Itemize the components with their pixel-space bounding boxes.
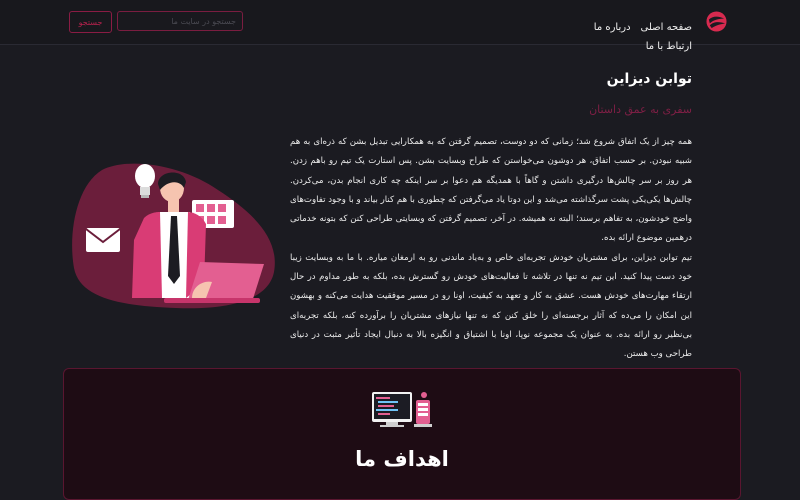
- code-screen-icon: [372, 392, 432, 427]
- flame-logo-icon[interactable]: [706, 11, 727, 32]
- developer-at-laptop-illustration: [72, 163, 275, 309]
- envelope-icon: [85, 228, 121, 252]
- navbar: صفحه اصلی درباره ما ارتباط با ما جستجو: [0, 0, 800, 52]
- about-text: همه چیز از یک اتفاق شروع شد؛ زمانی که دو…: [290, 133, 692, 365]
- about-paragraph: تیم توابن دیزاین، برای مشتریان خودش تجرب…: [290, 252, 692, 360]
- goals-title: اهداف ما: [355, 447, 449, 471]
- nav-links: صفحه اصلی درباره ما ارتباط با ما: [548, 15, 692, 52]
- search-button[interactable]: جستجو: [69, 11, 112, 33]
- nav-link-about[interactable]: درباره ما: [594, 22, 631, 33]
- search-input[interactable]: [117, 11, 243, 31]
- page-title: توابن دیزاین: [606, 71, 692, 87]
- nav-link-contact[interactable]: ارتباط با ما: [646, 41, 692, 52]
- nav-link-home[interactable]: صفحه اصلی: [641, 22, 692, 33]
- about-paragraph: همه چیز از یک اتفاق شروع شد؛ زمانی که دو…: [290, 137, 692, 244]
- goals-card: اهداف ما: [63, 368, 741, 500]
- page-subtitle: سفری به عمق داستان: [589, 103, 692, 116]
